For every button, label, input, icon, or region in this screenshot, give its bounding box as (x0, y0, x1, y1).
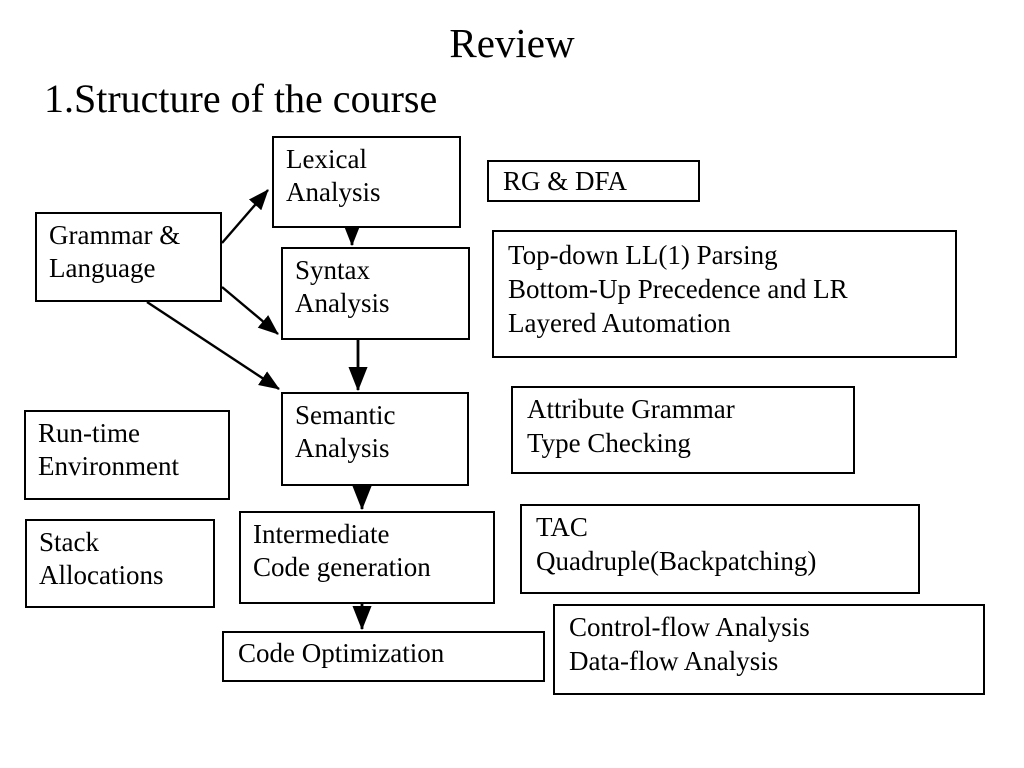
arrow-grammar-to-lexical (221, 189, 269, 244)
arrow-grammar-to-syntax (221, 286, 279, 335)
page-title: Review (449, 20, 575, 66)
page-subtitle: 1.Structure of the course (44, 76, 438, 121)
note-flow-analysis[interactable]: Control-flow Analysis Data-flow Analysis (553, 604, 985, 695)
note-rg-and-dfa[interactable]: RG & DFA (487, 160, 700, 202)
node-semantic-analysis[interactable]: Semantic Analysis (281, 392, 469, 486)
arrow-grammar-to-semantic (146, 300, 280, 391)
node-syntax-analysis[interactable]: Syntax Analysis (281, 247, 470, 340)
slide-canvas: Review 1.Structure of the course Grammar… (0, 0, 1024, 768)
node-runtime-environment[interactable]: Run-time Environment (24, 410, 230, 500)
node-code-optimization[interactable]: Code Optimization (222, 631, 545, 682)
note-attribute-grammar[interactable]: Attribute Grammar Type Checking (511, 386, 855, 474)
node-lexical-analysis[interactable]: Lexical Analysis (272, 136, 461, 228)
note-tac-quadruple[interactable]: TAC Quadruple(Backpatching) (520, 504, 920, 594)
note-parsing-techniques[interactable]: Top-down LL(1) Parsing Bottom-Up Precede… (492, 230, 957, 358)
node-grammar-language[interactable]: Grammar & Language (35, 212, 222, 302)
node-stack-allocations[interactable]: Stack Allocations (25, 519, 215, 608)
node-intermediate-code-generation[interactable]: Intermediate Code generation (239, 511, 495, 604)
